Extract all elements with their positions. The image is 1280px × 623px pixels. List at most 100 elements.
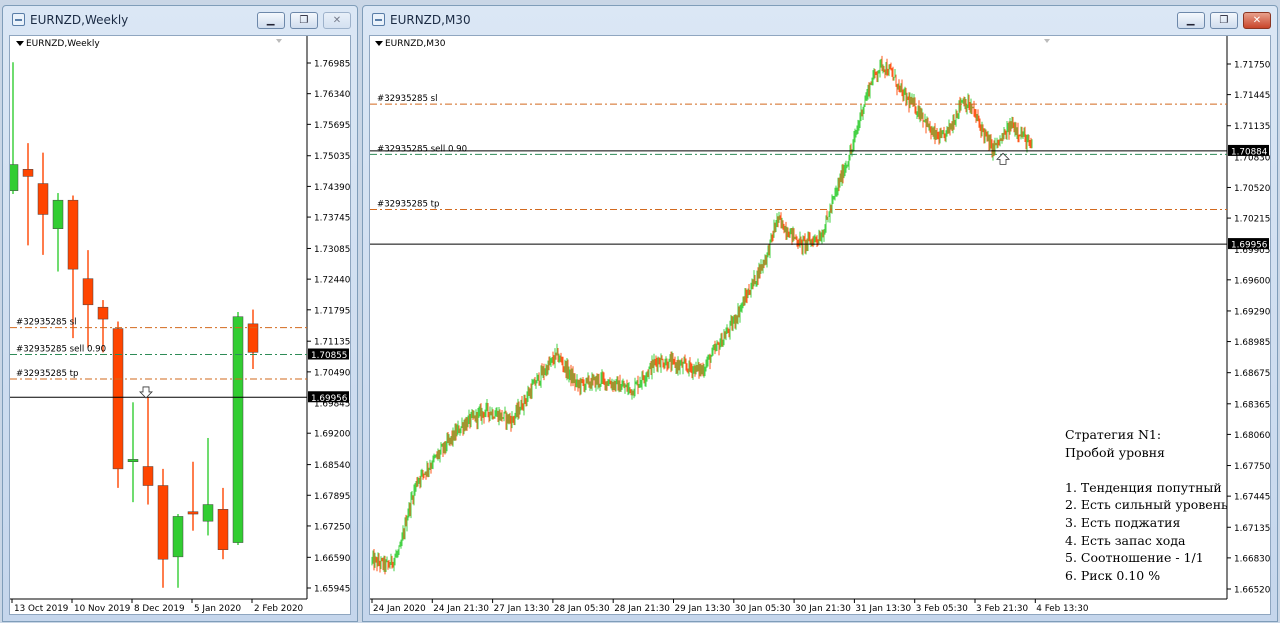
strategy-item: 4. Есть запас хода [1065, 532, 1186, 548]
symbol-dropdown-icon[interactable] [375, 41, 383, 46]
strategy-title-line1: Стратегия N1: [1065, 427, 1162, 442]
order-level-label: #32935285 sl [16, 318, 77, 328]
time-tick-label: 24 Jan 21:30 [433, 604, 489, 614]
price-tick-label: 1.68675 [1234, 369, 1270, 379]
restore-button[interactable]: ❐ [1209, 12, 1238, 29]
chart-shift-marker-icon [1044, 39, 1050, 43]
strategy-item: 1. Тенденция попутный [1065, 479, 1222, 495]
price-tick-label: 1.66520 [1234, 586, 1271, 596]
order-level-label: #32935285 sl [377, 94, 438, 104]
price-tick-label: 1.69600 [1234, 276, 1271, 286]
price-tick-label: 1.75035 [314, 152, 350, 162]
order-level-label: #32935285 sell 0.90 [16, 345, 106, 355]
order-level-label: #32935285 tp [16, 369, 79, 379]
strategy-item: 2. Есть сильный уровень [1065, 497, 1228, 513]
weekly-candle-body [172, 516, 184, 558]
price-tick-label: 1.67895 [314, 492, 350, 502]
weekly-chart-window[interactable]: EURNZD,Weekly ▁ ❐ ✕ 1.76985 1.76340 1.7569… [2, 5, 358, 622]
price-tag-label: 1.70855 [311, 351, 347, 361]
strategy-item: 6. Риск 0.10 % [1065, 567, 1161, 583]
time-tick-label: 28 Jan 05:30 [554, 604, 610, 614]
price-tick-label: 1.69200 [314, 430, 351, 440]
time-tick-label: 30 Jan 05:30 [735, 604, 791, 614]
weekly-symbol-label: EURNZD,Weekly [26, 39, 100, 49]
price-tick-label: 1.70520 [1234, 184, 1271, 194]
price-tick-label: 1.68985 [1234, 338, 1270, 348]
m30-chart-window[interactable]: EURNZD,M30 ▁ ❐ ✕ 1.71750 1.71445 1.71135 1.… [362, 5, 1278, 622]
buy-arrow-icon [996, 152, 1010, 165]
weekly-candle-body [232, 316, 244, 543]
close-button[interactable]: ✕ [323, 12, 351, 29]
price-tick-label: 1.70215 [1234, 215, 1270, 225]
price-tag-label: 1.70884 [1231, 147, 1268, 157]
price-tick-label: 1.69290 [1234, 307, 1271, 317]
price-tick-label: 1.66590 [314, 554, 351, 564]
weekly-window-titlebar[interactable]: EURNZD,Weekly ▁ ❐ ✕ [3, 6, 357, 34]
m30-symbol-label: EURNZD,M30 [385, 39, 446, 49]
time-tick-label: 28 Jan 21:30 [614, 604, 670, 614]
time-tick-label: 30 Jan 21:30 [795, 604, 851, 614]
restore-button[interactable]: ❐ [289, 12, 318, 29]
price-tag-label: 1.69956 [311, 394, 348, 404]
weekly-candle-body [22, 169, 34, 177]
price-tick-label: 1.76340 [314, 90, 351, 100]
price-tick-label: 1.75695 [314, 121, 350, 131]
weekly-candle-body [217, 509, 229, 550]
time-tick-label: 4 Feb 13:30 [1036, 604, 1089, 614]
weekly-candle-body [157, 485, 169, 560]
weekly-candle-body [112, 328, 124, 470]
price-tick-label: 1.73745 [314, 214, 350, 224]
weekly-candle-body [67, 199, 79, 270]
price-tick-label: 1.68365 [1234, 400, 1270, 410]
price-tick-label: 1.71445 [1234, 91, 1270, 101]
price-tick-label: 1.74390 [314, 183, 351, 193]
chart-window-icon [372, 13, 385, 26]
minimize-button[interactable]: ▁ [1176, 12, 1205, 29]
weekly-chart-canvas[interactable]: 1.76985 1.76340 1.75695 1.75035 1.74390 1.737… [10, 36, 352, 616]
price-tag-label: 1.69956 [1231, 241, 1268, 251]
m30-chart-area[interactable]: 1.71750 1.71445 1.71135 1.70520 1.70215 1.696… [369, 35, 1271, 615]
weekly-candle-body [10, 164, 19, 191]
time-tick-label: 13 Oct 2019 [14, 604, 68, 614]
chart-shift-marker-icon [276, 39, 282, 43]
weekly-candle-body [97, 306, 109, 320]
price-tick-label: 1.76985 [314, 60, 350, 70]
weekly-window-title: EURNZD,Weekly [30, 13, 129, 27]
minimize-button[interactable]: ▁ [256, 12, 285, 29]
time-tick-label: 5 Jan 2020 [194, 604, 242, 614]
weekly-candle-body [37, 183, 49, 215]
m30-window-title: EURNZD,M30 [390, 13, 471, 27]
strategy-item: 5. Соотношение - 1/1 [1065, 550, 1204, 566]
symbol-dropdown-icon[interactable] [16, 41, 24, 46]
strategy-item: 3. Есть поджатия [1065, 514, 1181, 530]
price-tick-label: 1.71135 [1234, 122, 1270, 132]
weekly-candle-body [82, 278, 94, 306]
strategy-note: Стратегия N1: Пробой уровня 1. Тенденция… [1065, 426, 1245, 584]
weekly-candle-body [187, 511, 199, 515]
strategy-title-line2: Пробой уровня [1065, 444, 1165, 460]
time-tick-label: 31 Jan 13:30 [855, 604, 911, 614]
price-tick-label: 1.65945 [314, 585, 350, 595]
price-tick-label: 1.71795 [314, 306, 350, 316]
weekly-candle-body [202, 504, 214, 522]
chart-window-icon [12, 13, 25, 26]
weekly-candle-body [127, 459, 139, 462]
m30-window-titlebar[interactable]: EURNZD,M30 ▁ ❐ ✕ [363, 6, 1277, 34]
price-tick-label: 1.71750 [1234, 61, 1271, 71]
price-tick-label: 1.70490 [314, 368, 351, 378]
time-tick-label: 2 Feb 2020 [254, 604, 304, 614]
weekly-candle-body [52, 199, 64, 229]
sell-arrow-icon [139, 386, 153, 399]
weekly-chart-area[interactable]: 1.76985 1.76340 1.75695 1.75035 1.74390 1.737… [9, 35, 351, 615]
time-tick-label: 3 Feb 21:30 [976, 604, 1029, 614]
weekly-candle-body [142, 466, 154, 486]
time-tick-label: 8 Dec 2019 [134, 604, 185, 614]
close-button[interactable]: ✕ [1243, 12, 1271, 29]
price-tick-label: 1.73085 [314, 245, 350, 255]
price-tick-label: 1.72440 [314, 276, 351, 286]
time-tick-label: 29 Jan 13:30 [675, 604, 731, 614]
price-tick-label: 1.67250 [314, 522, 351, 532]
price-tick-label: 1.68540 [314, 461, 351, 471]
time-tick-label: 3 Feb 05:30 [916, 604, 969, 614]
order-level-label: #32935285 tp [377, 200, 440, 210]
